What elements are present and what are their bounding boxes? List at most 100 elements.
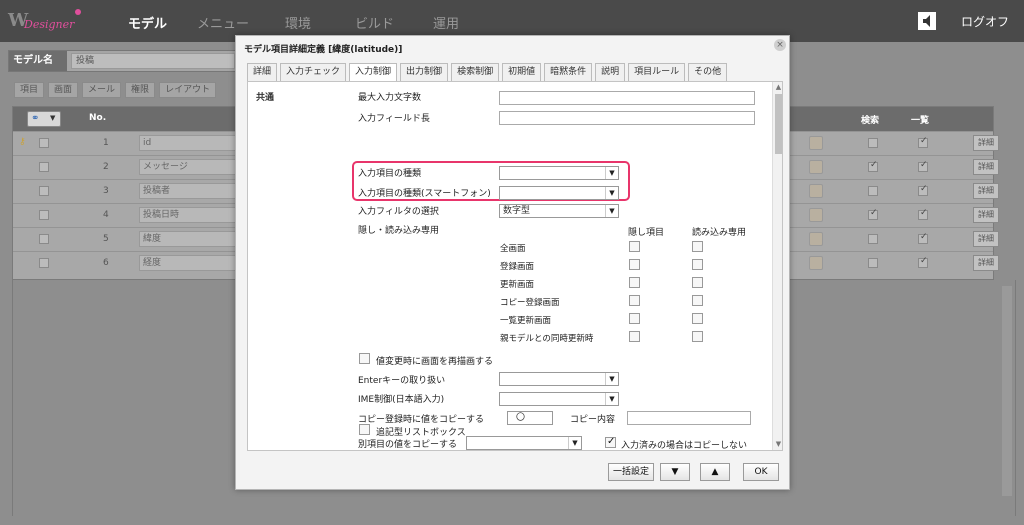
row-select-checkbox[interactable] [39,186,49,196]
tab-search-control[interactable]: 検索制御 [451,63,500,81]
row-item-name[interactable]: id [139,135,249,151]
readonly-checkbox[interactable] [692,295,703,306]
nav-menu[interactable]: メニュー [197,13,249,32]
close-icon[interactable]: × [774,39,786,51]
tab-implicit-condition[interactable]: 暗黙条件 [544,63,593,81]
row-detail-button[interactable]: 詳細 [973,207,999,223]
tab-other[interactable]: その他 [688,63,728,81]
bg-tab-mail[interactable]: メール [82,82,122,98]
input-filter-select[interactable]: 数字型 ▼ [499,204,619,218]
row-item-name[interactable]: 経度 [139,255,249,271]
web-designer-logo[interactable]: W Designer [6,4,86,38]
max-length-input[interactable] [499,91,755,105]
nav-environment[interactable]: 環境 [285,13,311,32]
row-select-checkbox[interactable] [39,258,49,268]
tab-initial-value[interactable]: 初期値 [502,63,542,81]
ime-select[interactable]: ▼ [499,392,619,406]
tab-input-check[interactable]: 入力チェック [280,63,347,81]
scroll-up-icon[interactable]: ▲ [774,83,782,91]
tab-output-control[interactable]: 出力制御 [400,63,449,81]
row-search-checkbox[interactable] [868,186,878,196]
tab-description[interactable]: 説明 [595,63,626,81]
row-item-name[interactable]: 投稿日時 [139,207,249,223]
row-select-checkbox[interactable] [39,210,49,220]
copy-content-label: コピー内容 [570,415,616,425]
row-list-checkbox[interactable] [918,184,928,196]
row-list-checkbox[interactable] [918,256,928,268]
row-detail-button[interactable]: 詳細 [973,135,999,151]
scroll-thumb[interactable] [775,94,782,154]
link-menu-button[interactable]: ⚭ ▼ [27,111,61,127]
readonly-checkbox[interactable] [692,313,703,324]
move-down-button[interactable]: ▼ [660,463,690,481]
row-select-checkbox[interactable] [39,234,49,244]
chevron-down-icon: ▼ [605,393,618,405]
hidden-checkbox[interactable] [629,259,640,270]
row-search-checkbox[interactable] [868,208,878,220]
hidden-checkbox[interactable] [629,277,640,288]
row-select-checkbox[interactable] [39,162,49,172]
edit-icon[interactable] [809,184,823,198]
copy-content-input[interactable] [627,411,751,425]
nav-model[interactable]: モデル [128,13,167,32]
row-item-name[interactable]: 緯度 [139,231,249,247]
page-scrollbar[interactable] [1002,286,1012,496]
input-type-select[interactable]: ▼ [499,166,619,180]
hidden-checkbox[interactable] [629,331,640,342]
row-list-checkbox[interactable] [918,208,928,220]
readonly-checkbox[interactable] [692,277,703,288]
tab-item-rule[interactable]: 項目ルール [628,63,686,81]
svg-text:Designer: Designer [23,18,75,31]
readonly-checkbox[interactable] [692,331,703,342]
row-detail-button[interactable]: 詳細 [973,183,999,199]
copy-from-other-select[interactable]: ▼ [466,436,582,450]
row-search-checkbox[interactable] [868,258,878,268]
content-scrollbar[interactable]: ▲ ▼ [772,82,782,450]
row-select-checkbox[interactable] [39,138,49,148]
logout-link[interactable]: ログオフ [961,13,1009,30]
hidden-checkbox[interactable] [629,313,640,324]
ok-button[interactable]: OK [743,463,779,481]
row-item-name[interactable]: 投稿者 [139,183,249,199]
readonly-checkbox[interactable] [692,241,703,252]
row-detail-button[interactable]: 詳細 [973,255,999,271]
nav-build[interactable]: ビルド [355,13,394,32]
bg-tab-permission[interactable]: 権限 [125,82,156,98]
enter-key-select[interactable]: ▼ [499,372,619,386]
appendable-listbox-checkbox[interactable] [359,424,370,435]
field-length-input[interactable] [499,111,755,125]
hidden-checkbox[interactable] [629,241,640,252]
move-up-button[interactable]: ▲ [700,463,730,481]
row-item-name[interactable]: メッセージ [139,159,249,175]
bg-tab-screen[interactable]: 画面 [48,82,79,98]
tab-input-control[interactable]: 入力制御 [349,63,398,82]
edit-icon[interactable] [809,136,823,150]
redraw-checkbox[interactable] [359,353,370,364]
bg-tab-items[interactable]: 項目 [14,82,45,98]
row-search-checkbox[interactable] [868,138,878,148]
edit-icon[interactable] [809,160,823,174]
no-copy-if-filled-checkbox[interactable] [605,436,616,448]
input-type-smartphone-select[interactable]: ▼ [499,186,619,200]
scroll-down-icon[interactable]: ▼ [774,440,782,448]
copy-on-register-input[interactable]: 〇 [507,411,553,425]
model-name-input[interactable]: 投稿 [71,53,235,69]
bg-tab-layout[interactable]: レイアウト [159,82,217,98]
edit-icon[interactable] [809,208,823,222]
row-search-checkbox[interactable] [868,234,878,244]
row-list-checkbox[interactable] [918,232,928,244]
appendable-listbox-label: 追記型リストボックス [376,428,466,438]
row-detail-button[interactable]: 詳細 [973,159,999,175]
bulk-setting-button[interactable]: 一括設定 [608,463,654,481]
row-list-checkbox[interactable] [918,136,928,148]
row-list-checkbox[interactable] [918,160,928,172]
hidden-checkbox[interactable] [629,295,640,306]
edit-icon[interactable] [809,232,823,246]
tab-detail[interactable]: 詳細 [247,63,278,81]
speaker-icon[interactable] [918,12,936,30]
row-detail-button[interactable]: 詳細 [973,231,999,247]
nav-operation[interactable]: 運用 [433,13,459,32]
row-search-checkbox[interactable] [868,160,878,172]
edit-icon[interactable] [809,256,823,270]
readonly-checkbox[interactable] [692,259,703,270]
